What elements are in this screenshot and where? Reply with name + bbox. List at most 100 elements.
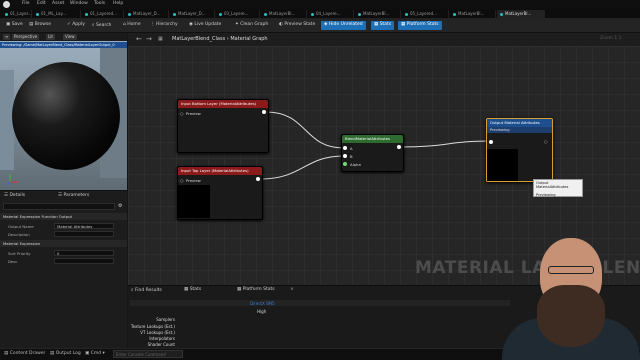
- view-button[interactable]: View: [63, 34, 77, 40]
- close-icon[interactable]: ×: [290, 287, 294, 292]
- back-icon[interactable]: ←: [136, 35, 142, 43]
- input-pin[interactable]: [489, 140, 493, 144]
- tab-item[interactable]: 05_Layered...: [402, 10, 449, 19]
- stats-label: Stats: [379, 22, 392, 27]
- platform-stats-label: Platform Stats: [406, 22, 439, 27]
- webcam-person-beard: [537, 285, 605, 347]
- lit-button[interactable]: Lit: [46, 34, 55, 40]
- preview-status: Previewing: /Game/MatLayerBlend_Class/Ma…: [0, 42, 127, 48]
- menu-help[interactable]: Help: [113, 1, 123, 6]
- output-pin[interactable]: [256, 177, 260, 181]
- home-label: Home: [127, 22, 141, 27]
- save-button[interactable]: ▣ Save: [3, 21, 26, 30]
- apply-button[interactable]: ✓ Apply: [64, 21, 88, 30]
- hierarchy-button[interactable]: ⋮ Hierarchy: [147, 21, 181, 30]
- hide-unrelated-label: Hide Unrelated: [328, 22, 363, 27]
- unreal-logo-icon[interactable]: [3, 1, 10, 8]
- menu-window[interactable]: Window: [70, 1, 88, 6]
- stats-button[interactable]: ▦ Stats: [371, 21, 395, 30]
- content-drawer-button[interactable]: ▤ Content Drawer: [4, 351, 45, 356]
- home-button[interactable]: ⌂ Home: [120, 21, 144, 30]
- output-pin[interactable]: [262, 110, 266, 114]
- tab-label: MatLayerBl...: [269, 11, 296, 16]
- tab-item[interactable]: MatLayerBl...: [261, 10, 307, 19]
- clean-graph-button[interactable]: ✦ Clean Graph: [232, 21, 271, 30]
- section-header[interactable]: Material Expression Function Output: [0, 213, 127, 220]
- menu-asset[interactable]: Asset: [52, 1, 64, 6]
- tab-item[interactable]: MatLayerBl...: [450, 10, 496, 19]
- section-header[interactable]: Material Expression: [0, 240, 127, 247]
- output-log-button[interactable]: ▤ Output Log: [50, 351, 81, 356]
- console-command-input[interactable]: Enter Console Command: [113, 350, 183, 358]
- forward-icon[interactable]: →: [146, 35, 152, 43]
- platform-stats-button[interactable]: ▦ Platform Stats: [398, 21, 442, 30]
- menu-icon[interactable]: ≡: [3, 34, 11, 40]
- platform-column-header: DirectX SM5: [250, 301, 275, 306]
- expand-icon[interactable]: ○: [544, 139, 548, 144]
- menu-edit[interactable]: Edit: [37, 1, 46, 6]
- breadcrumb-leaf[interactable]: Material Graph: [230, 36, 267, 42]
- material-icon: [500, 12, 503, 16]
- stat-row-label: VT Lookups (Est.): [140, 330, 175, 335]
- description-field[interactable]: [54, 231, 114, 237]
- find-results-tab[interactable]: ⌕ Find Results: [131, 287, 162, 293]
- tab-item[interactable]: MatLayer_D...: [170, 10, 215, 19]
- input-pin-alpha[interactable]: [343, 162, 347, 166]
- node-pin-label: Preview: [186, 111, 201, 116]
- pin-b-label: B: [350, 154, 353, 159]
- tab-label: 01_Layered...: [90, 11, 117, 16]
- node-preview-thumbnail: [487, 149, 518, 181]
- node-title: Input Top Layer (MaterialAttributes): [178, 167, 262, 175]
- tab-label: 03_Layere...: [224, 11, 249, 16]
- expand-icon[interactable]: ○: [180, 178, 184, 183]
- tab-label: MatLayerBl...: [458, 11, 485, 16]
- stats-tab[interactable]: ▦ Stats: [184, 287, 201, 292]
- clean-graph-label: Clean Graph: [240, 22, 269, 27]
- parameters-tab-label: Parameters: [63, 193, 90, 198]
- quality-column-header: High: [257, 309, 267, 314]
- output-name-field[interactable]: Material Attributes: [54, 223, 114, 229]
- stat-row-label: Texture Lookups (Est.): [130, 324, 175, 329]
- details-tab[interactable]: ☰ Details: [4, 193, 25, 198]
- stat-row-label: Shader Count: [147, 342, 175, 347]
- live-update-label: Live Update: [194, 22, 222, 27]
- description-label: Description: [8, 232, 30, 237]
- perspective-button[interactable]: Perspective: [12, 34, 40, 40]
- tab-item[interactable]: 01_Layer...: [2, 10, 32, 19]
- search-button[interactable]: ⌕ Search: [89, 21, 114, 30]
- material-icon: [311, 12, 314, 16]
- tab-item[interactable]: 04_Layere...: [308, 10, 354, 19]
- live-update-button[interactable]: ◉ Live Update: [186, 21, 224, 30]
- expand-icon[interactable]: ○: [180, 111, 184, 116]
- cmd-dropdown[interactable]: ▣ Cmd ▾: [85, 351, 105, 356]
- tab-label: 01_Layer...: [10, 11, 32, 16]
- input-pin-a[interactable]: [343, 146, 347, 150]
- platform-stats-tab[interactable]: ▦ Platform Stats: [237, 287, 275, 292]
- browse-button[interactable]: ▤ Browse: [26, 21, 54, 30]
- content-drawer-label: Content Drawer: [9, 351, 46, 356]
- tab-item[interactable]: 01_ML_Lay...: [33, 10, 81, 19]
- node-preview-thumbnail: [178, 185, 210, 218]
- tab-label: MatLayer_D...: [133, 11, 161, 16]
- breadcrumb-root[interactable]: MatLayerBlend_Class: [172, 36, 225, 42]
- tab-item[interactable]: 01_Layered...: [82, 10, 124, 19]
- search-label: Search: [95, 23, 112, 28]
- desc-field[interactable]: [54, 258, 114, 264]
- settings-icon[interactable]: ⚙: [118, 203, 122, 209]
- menu-tools[interactable]: Tools: [94, 1, 105, 6]
- tab-label: 04_Layere...: [316, 11, 341, 16]
- sort-priority-field[interactable]: 0: [54, 250, 114, 256]
- tab-item[interactable]: MatLayerBl...: [355, 10, 401, 19]
- output-pin[interactable]: [397, 145, 401, 149]
- menu-file[interactable]: File: [22, 1, 30, 6]
- details-search-input[interactable]: [3, 203, 115, 210]
- hide-unrelated-button[interactable]: ◈ Hide Unrelated: [321, 21, 366, 30]
- preview-state-button[interactable]: ◐ Preview State: [276, 21, 318, 30]
- tab-item[interactable]: MatLayer_D...: [125, 10, 169, 19]
- node-input-bottom-layer[interactable]: Input Bottom Layer (MaterialAttributes): [177, 99, 269, 153]
- parameters-tab[interactable]: ☰ Parameters: [58, 193, 89, 198]
- tab-item[interactable]: 03_Layere...: [216, 10, 260, 19]
- tab-item-active[interactable]: MatLayerBl...: [497, 10, 545, 19]
- input-pin-b[interactable]: [343, 154, 347, 158]
- material-icon: [128, 12, 131, 16]
